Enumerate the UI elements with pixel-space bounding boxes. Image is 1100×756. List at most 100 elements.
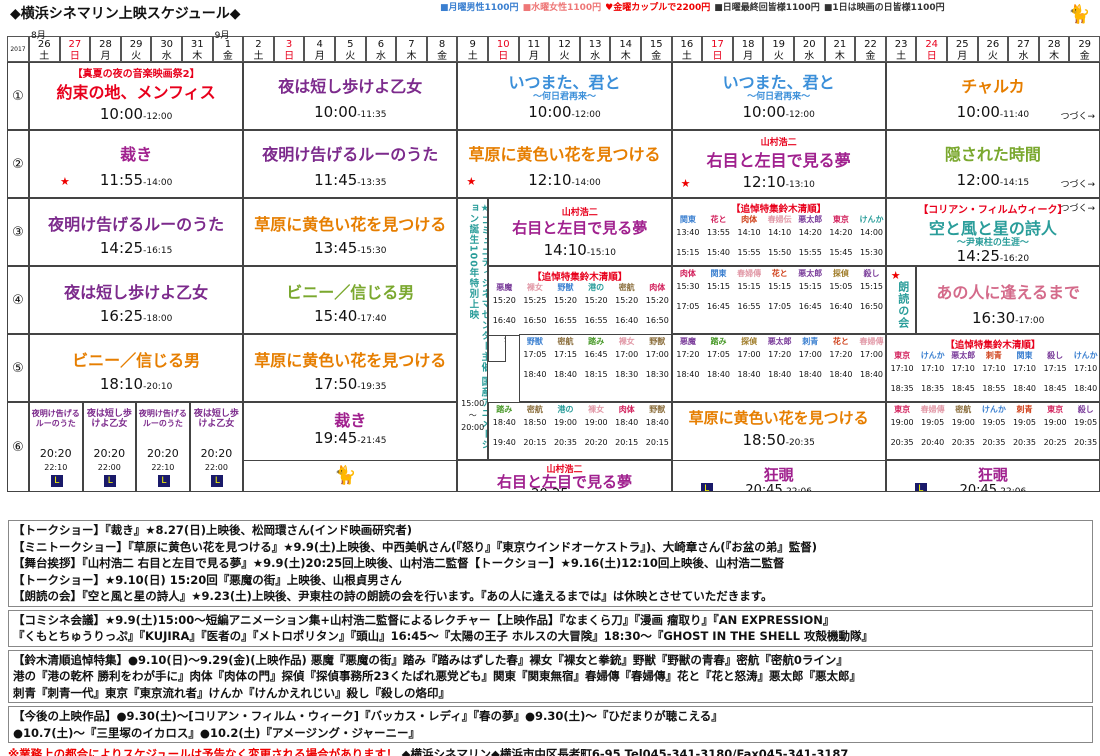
reading-title: 朗読の会: [896, 281, 910, 329]
end-time: 18:30: [645, 370, 669, 379]
start-time: 20:45: [745, 483, 783, 492]
star-icon: ★: [680, 177, 691, 190]
suzuki-title: 東京: [832, 215, 849, 224]
day-header: 29 火: [120, 36, 152, 62]
end-time: 22:00: [97, 463, 121, 472]
start-time: 10:00: [528, 103, 572, 121]
day-number: 16: [680, 39, 694, 50]
day-number: 23: [894, 39, 908, 50]
day-number: 29: [129, 39, 143, 50]
end-time: 16:50: [645, 316, 669, 325]
start-time: 17:50: [314, 375, 358, 393]
start-time: 18:50: [523, 418, 547, 427]
suzuki-title: 裸女: [588, 405, 605, 414]
show-time: 16:25-18:00: [30, 307, 242, 325]
show-time: 15:40-17:40: [244, 307, 456, 325]
start-time: 20:20: [200, 447, 233, 460]
day-header: 8金: [426, 36, 458, 62]
movie-subtitle: 〜何日君再来〜: [532, 92, 596, 102]
end-time: -22:06: [997, 487, 1027, 492]
day-header: 27 日: [59, 36, 91, 62]
movie-title: 夜は短し歩けよ乙女: [86, 409, 132, 429]
note-text: 『くもとちゅうりっぷ』『KUJIRA』『医者の』『メトロポリタン』『頭山』16:…: [13, 629, 873, 643]
show-block: あの人に逢えるまで 16:30-17:00: [916, 266, 1100, 334]
show-block: 【真夏の夜の音楽映画祭2】 約束の地、メンフィス 10:00-12:00: [29, 62, 244, 130]
start-time: 17:10: [1074, 364, 1098, 373]
end-time: 16:40: [615, 316, 639, 325]
start-time: 15:20: [584, 296, 608, 305]
start-time: 14:25: [956, 247, 1000, 265]
end-time: 16:45: [798, 302, 822, 311]
mini-show: 夜明け告げるルーのうた 20:20 22:10 L: [29, 402, 83, 492]
day-header: 6水: [365, 36, 397, 62]
start-time: 18:10: [99, 375, 144, 393]
start-time: 14:25: [99, 239, 144, 257]
suzuki-title: 野獣: [557, 283, 574, 292]
show-block: 夜明け告げるルーのうた 11:45-13:35: [243, 130, 458, 198]
start-time: 12:10: [742, 173, 786, 191]
movie-title: ビニー／信じる男: [286, 283, 415, 302]
day-number: 25: [955, 39, 969, 50]
start-time: 10:00: [742, 103, 786, 121]
movie-title: 夜は短し歩けよ乙女: [64, 283, 209, 302]
note-detail: ★8.27(日)上映後、松岡環さん(インド映画研究者): [145, 523, 412, 537]
month-aug: 8月: [31, 31, 46, 41]
suzuki-title: 春婦傳: [920, 405, 945, 414]
end-time: -15:30: [357, 246, 387, 256]
note-detail: ★9.9(土)20:25回上映後、山村浩二監督【トークショー】★9.16(土)1…: [252, 556, 785, 570]
start-time: 10:00: [99, 105, 144, 123]
day-header: 26 火: [977, 36, 1009, 62]
show-block: チャルカ 10:00-11:40 つづく→: [885, 62, 1100, 130]
start-time: 18:50: [742, 431, 786, 449]
note-line: 港の『港の乾杯 勝利をわが手に』肉体『肉体の門』探偵『探偵事務所23くたばれ悪党…: [13, 668, 1088, 685]
start-time: 16:30: [971, 309, 1016, 327]
suzuki-slot: 花と 17:20 18:40: [826, 337, 857, 380]
end-time: -15:10: [586, 248, 616, 258]
show-time: 11:45-13:35: [244, 171, 456, 189]
end-time: 16:50: [523, 316, 547, 325]
suzuki-title: 肉体: [618, 405, 635, 414]
note-text: 【トークショー】『裁き』: [13, 523, 146, 537]
suzuki-title: 悪太郎: [798, 215, 823, 224]
show-time: 14:10-15:10: [489, 241, 671, 259]
day-header: 15 金: [641, 36, 672, 62]
suzuki-title: 東京: [894, 405, 911, 414]
movie-title: 右目と左目で見る夢: [512, 219, 648, 237]
suzuki-title: 探偵: [832, 269, 849, 278]
show-time: 19:45-21:45: [244, 429, 456, 447]
start-time: 14:10: [768, 228, 792, 237]
start-time: 20:20: [93, 447, 126, 460]
suzuki-title: けんか: [859, 215, 884, 224]
start-time: 15:20: [615, 296, 639, 305]
day-header: 29 金: [1069, 36, 1100, 62]
page-title: ◆横浜シネマリン上映スケジュール◆: [10, 6, 241, 22]
end-time: 18:40: [706, 370, 731, 379]
movie-title: 夜は短し歩けよ乙女: [193, 409, 239, 429]
start-time: 11:55: [99, 171, 144, 189]
continue-note: つづく→: [1060, 180, 1095, 190]
show-block: 山村浩二 右目と左目で見る夢 12:10-13:10 ★: [671, 130, 886, 198]
start-time: 15:15: [737, 282, 761, 291]
price-item: ♥金曜カップルで2200円: [605, 3, 711, 13]
show-block: 狂覗 20:45-22:06 L: [885, 460, 1100, 492]
end-time: 18:40: [1074, 384, 1098, 393]
start-time: 17:00: [737, 350, 761, 359]
suzuki-title: 裸女: [526, 283, 543, 292]
movie-title: チャルカ: [961, 77, 1025, 96]
empty-cell: 🐈: [243, 460, 458, 492]
show-block: 【コリアン・フィルムウィーク】 空と風と星の詩人 〜尹東柱の生涯〜 14:25-16:…: [885, 198, 1100, 266]
cat-icon: 🐈: [334, 465, 357, 486]
movie-title: 夜は短し歩けよ乙女: [278, 77, 423, 96]
movie-title: 夜明け告げるルーのうた: [262, 145, 439, 164]
start-time: 13:40: [676, 228, 700, 237]
end-time: 20:35: [982, 438, 1006, 447]
end-time: -18:00: [143, 314, 173, 324]
day-header: 4月: [304, 36, 335, 62]
notes-block: 【鈴木清順追悼特集】●9.10(日)〜9.29(金)(上映作品) 悪魔『悪魔の街…: [8, 649, 1093, 703]
end-time: -12:00: [785, 110, 815, 120]
special-time: 〜: [468, 411, 477, 420]
notes-block: 【トークショー】『裁き』★8.27(日)上映後、松岡環さん(インド映画研究者) 【…: [8, 520, 1093, 607]
suzuki-title: けんか: [1073, 351, 1098, 360]
start-time: 15:15: [768, 282, 792, 291]
end-time: 16:55: [737, 302, 761, 311]
